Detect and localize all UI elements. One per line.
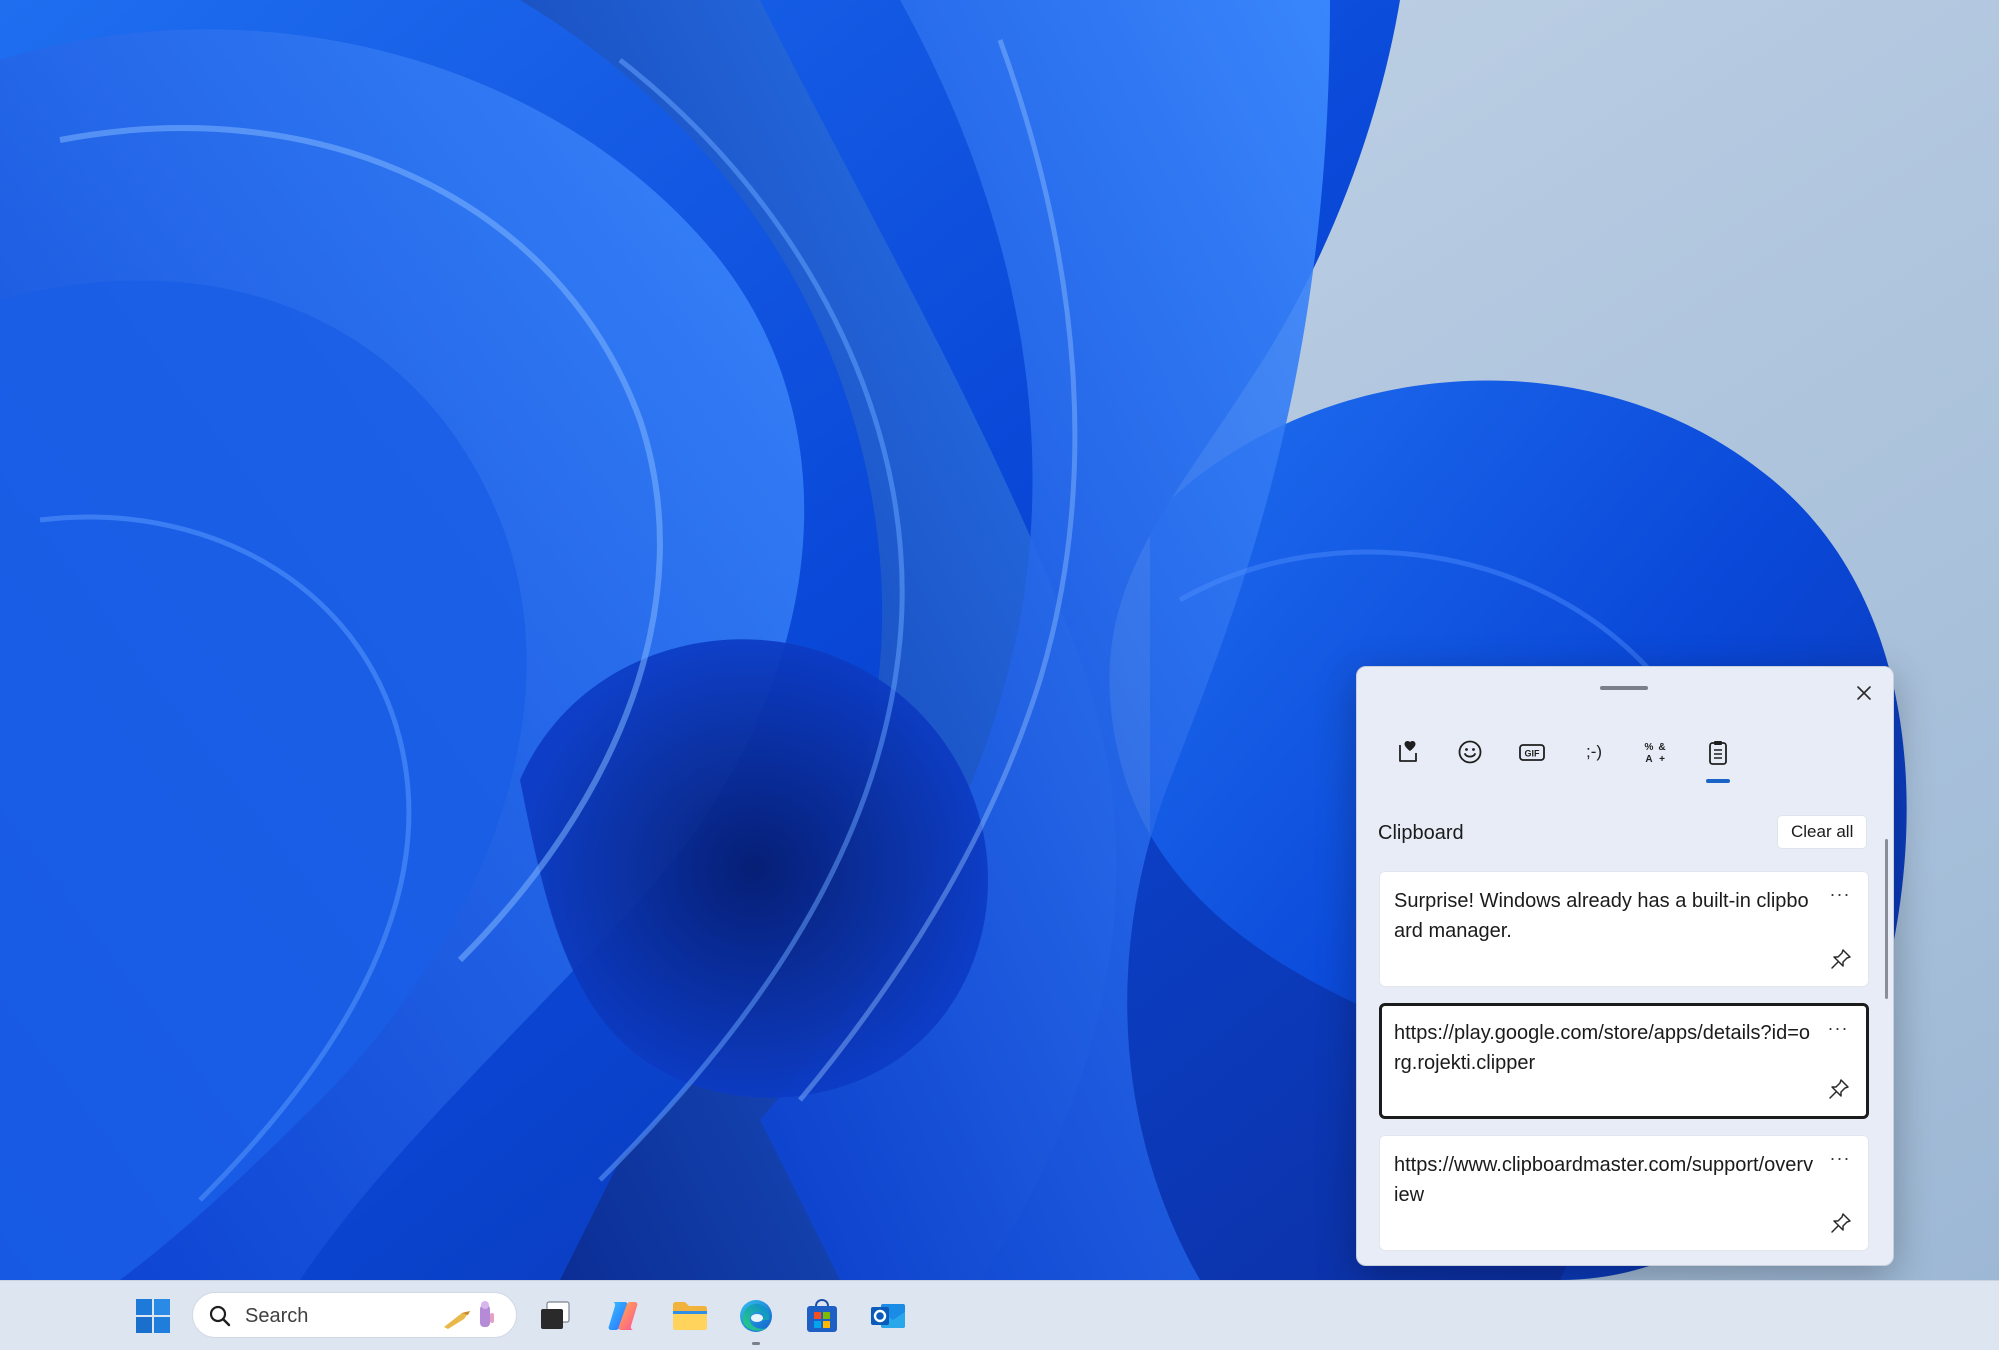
clipboard-icon xyxy=(1709,741,1727,765)
tab-gif[interactable]: GIF xyxy=(1501,729,1563,785)
emoji-icon xyxy=(1458,740,1482,764)
clipboard-item-text: https://www.clipboardmaster.com/support/… xyxy=(1394,1154,1814,1206)
section-title: Clipboard xyxy=(1378,822,1464,844)
active-tab-indicator xyxy=(1706,779,1730,783)
running-indicator xyxy=(752,1342,760,1345)
start-icon xyxy=(136,1299,170,1333)
tab-emoji[interactable] xyxy=(1439,729,1501,785)
outlook-button[interactable] xyxy=(866,1294,910,1338)
tab-symbols[interactable]: % & A + xyxy=(1625,729,1687,785)
tab-favorites[interactable] xyxy=(1377,729,1439,785)
search-placeholder: Search xyxy=(245,1305,309,1327)
svg-text:+: + xyxy=(1659,754,1665,765)
clear-all-button[interactable]: Clear all xyxy=(1777,815,1868,849)
svg-text:GIF: GIF xyxy=(1525,749,1541,759)
copilot-icon xyxy=(608,1302,638,1330)
more-options-button[interactable]: ··· xyxy=(1826,882,1854,906)
gif-icon: GIF xyxy=(1519,744,1545,761)
clipboard-panel: GIF ;-) % & A + Clipboard Clear all Surp… xyxy=(1356,666,1894,1266)
scrollbar[interactable] xyxy=(1885,839,1888,999)
desktop: GIF ;-) % & A + Clipboard Clear all Surp… xyxy=(0,0,1999,1350)
taskbar-search-box[interactable]: Search xyxy=(192,1292,517,1338)
search-icon xyxy=(209,1305,231,1327)
clipboard-item[interactable]: Surprise! Windows already has a built-in… xyxy=(1379,871,1869,987)
edge-button[interactable] xyxy=(734,1294,778,1338)
search-highlight-icon xyxy=(444,1301,494,1329)
more-options-button[interactable]: ··· xyxy=(1826,1146,1854,1170)
drag-handle[interactable] xyxy=(1600,686,1648,690)
symbols-icon: % & A + xyxy=(1645,742,1666,765)
outlook-icon xyxy=(871,1304,905,1328)
edge-icon xyxy=(740,1300,772,1332)
taskbar: Search xyxy=(0,1280,1999,1350)
clipboard-history-list: Surprise! Windows already has a built-in… xyxy=(1379,871,1869,1265)
kaomoji-icon: ;-) xyxy=(1586,742,1602,761)
task-view-button[interactable] xyxy=(533,1294,577,1338)
favorites-heart-icon xyxy=(1399,740,1417,762)
microsoft-store-icon xyxy=(807,1298,837,1332)
tab-kaomoji[interactable]: ;-) xyxy=(1563,729,1625,785)
pin-icon[interactable] xyxy=(1830,1212,1852,1234)
clipboard-item[interactable]: https://www.clipboardmaster.com/support/… xyxy=(1379,1135,1869,1251)
close-button[interactable] xyxy=(1848,677,1880,709)
task-view-icon xyxy=(541,1301,570,1329)
clipboard-item-selected[interactable]: https://play.google.com/store/apps/detai… xyxy=(1379,1003,1869,1119)
pin-icon[interactable] xyxy=(1828,1078,1850,1100)
more-options-button[interactable]: ··· xyxy=(1824,1016,1852,1040)
microsoft-store-button[interactable] xyxy=(800,1294,844,1338)
copilot-button[interactable] xyxy=(601,1294,645,1338)
start-button[interactable] xyxy=(131,1294,175,1338)
clipboard-item-text: https://play.google.com/store/apps/detai… xyxy=(1394,1022,1810,1074)
svg-text:&: & xyxy=(1658,742,1665,753)
pin-icon[interactable] xyxy=(1830,948,1852,970)
svg-text:A: A xyxy=(1645,754,1652,765)
close-icon xyxy=(1857,686,1871,700)
svg-text:;-): ;-) xyxy=(1586,742,1602,761)
file-explorer-icon xyxy=(673,1302,707,1330)
clipboard-item-text: Surprise! Windows already has a built-in… xyxy=(1394,890,1809,942)
tab-clipboard[interactable] xyxy=(1687,729,1749,785)
panel-tabs: GIF ;-) % & A + xyxy=(1377,729,1749,785)
file-explorer-button[interactable] xyxy=(668,1294,712,1338)
svg-text:%: % xyxy=(1645,742,1654,753)
